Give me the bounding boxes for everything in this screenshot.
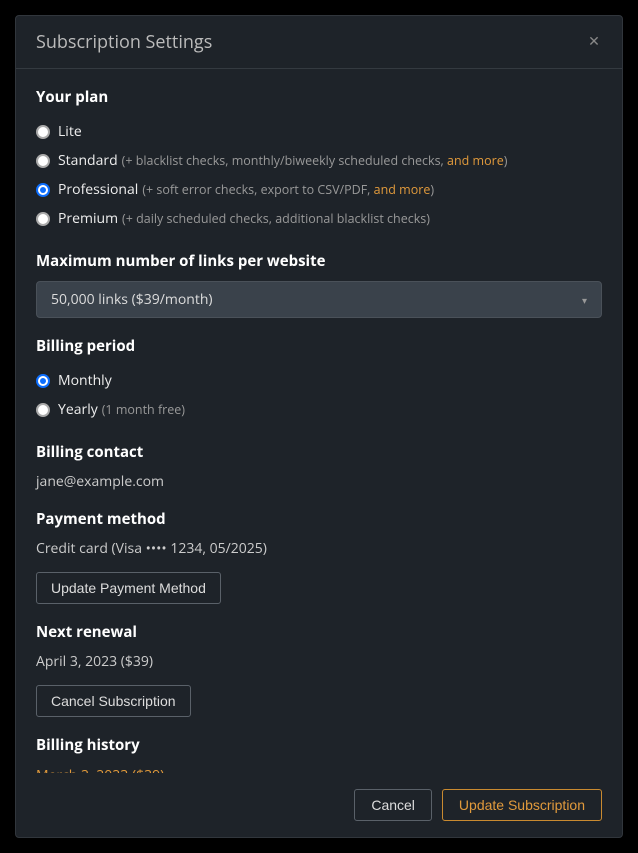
- plan-option-lite[interactable]: Lite: [36, 117, 602, 146]
- billing-period-yearly[interactable]: Yearly (1 month free): [36, 395, 602, 424]
- dialog-header: Subscription Settings ✕: [16, 16, 622, 69]
- plan-label: Standard: [58, 151, 118, 170]
- radio-icon: [36, 125, 50, 139]
- update-subscription-button[interactable]: Update Subscription: [442, 789, 602, 821]
- plan-option-premium[interactable]: Premium (+ daily scheduled checks, addit…: [36, 204, 602, 233]
- radio-icon: [36, 403, 50, 417]
- billing-period-monthly[interactable]: Monthly: [36, 366, 602, 395]
- billing-sub: (1 month free): [102, 401, 185, 418]
- plan-label: Lite: [58, 122, 82, 141]
- close-icon[interactable]: ✕: [584, 32, 604, 52]
- plan-label: Premium: [58, 209, 118, 228]
- next-renewal-value: April 3, 2023 ($39): [36, 652, 602, 671]
- radio-icon: [36, 183, 50, 197]
- billing-history-title: Billing history: [36, 735, 602, 755]
- billing-period-group: Monthly Yearly (1 month free): [36, 366, 602, 424]
- max-links-select[interactable]: 50,000 links ($39/month) ▾: [36, 281, 602, 318]
- cancel-button[interactable]: Cancel: [354, 789, 432, 821]
- radio-icon: [36, 212, 50, 226]
- billing-label: Monthly: [58, 371, 112, 390]
- plan-option-standard[interactable]: Standard (+ blacklist checks, monthly/bi…: [36, 146, 602, 175]
- and-more-link[interactable]: and more: [374, 181, 431, 198]
- plan-sub: (+ daily scheduled checks, additional bl…: [122, 210, 430, 227]
- billing-period-title: Billing period: [36, 336, 602, 356]
- and-more-link[interactable]: and more: [447, 152, 504, 169]
- plan-label: Professional: [58, 180, 138, 199]
- plan-radio-group: Lite Standard (+ blacklist checks, month…: [36, 117, 602, 233]
- payment-method-title: Payment method: [36, 509, 602, 529]
- max-links-title: Maximum number of links per website: [36, 251, 602, 271]
- dialog-title: Subscription Settings: [36, 30, 212, 54]
- radio-icon: [36, 374, 50, 388]
- chevron-down-icon: ▾: [582, 293, 587, 307]
- billing-contact-value: jane@example.com: [36, 472, 602, 491]
- subscription-settings-dialog: Subscription Settings ✕ Your plan Lite S…: [15, 15, 623, 838]
- billing-contact-title: Billing contact: [36, 442, 602, 462]
- radio-icon: [36, 154, 50, 168]
- billing-history-item[interactable]: March 3, 2023 ($39): [36, 765, 602, 773]
- update-payment-button[interactable]: Update Payment Method: [36, 572, 221, 604]
- dialog-body: Your plan Lite Standard (+ blacklist che…: [16, 69, 622, 773]
- plan-option-professional[interactable]: Professional (+ soft error checks, expor…: [36, 175, 602, 204]
- next-renewal-title: Next renewal: [36, 622, 602, 642]
- plan-sub: (+ blacklist checks, monthly/biweekly sc…: [122, 152, 508, 169]
- select-value: 50,000 links ($39/month): [51, 290, 213, 309]
- cancel-subscription-button[interactable]: Cancel Subscription: [36, 685, 191, 717]
- dialog-footer: Cancel Update Subscription: [16, 773, 622, 837]
- billing-history-list: March 3, 2023 ($39) February 3, 2023 ($3…: [36, 765, 602, 773]
- billing-label: Yearly: [58, 400, 98, 419]
- your-plan-title: Your plan: [36, 87, 602, 107]
- plan-sub: (+ soft error checks, export to CSV/PDF,…: [142, 181, 434, 198]
- payment-method-value: Credit card (Visa •••• 1234, 05/2025): [36, 539, 602, 558]
